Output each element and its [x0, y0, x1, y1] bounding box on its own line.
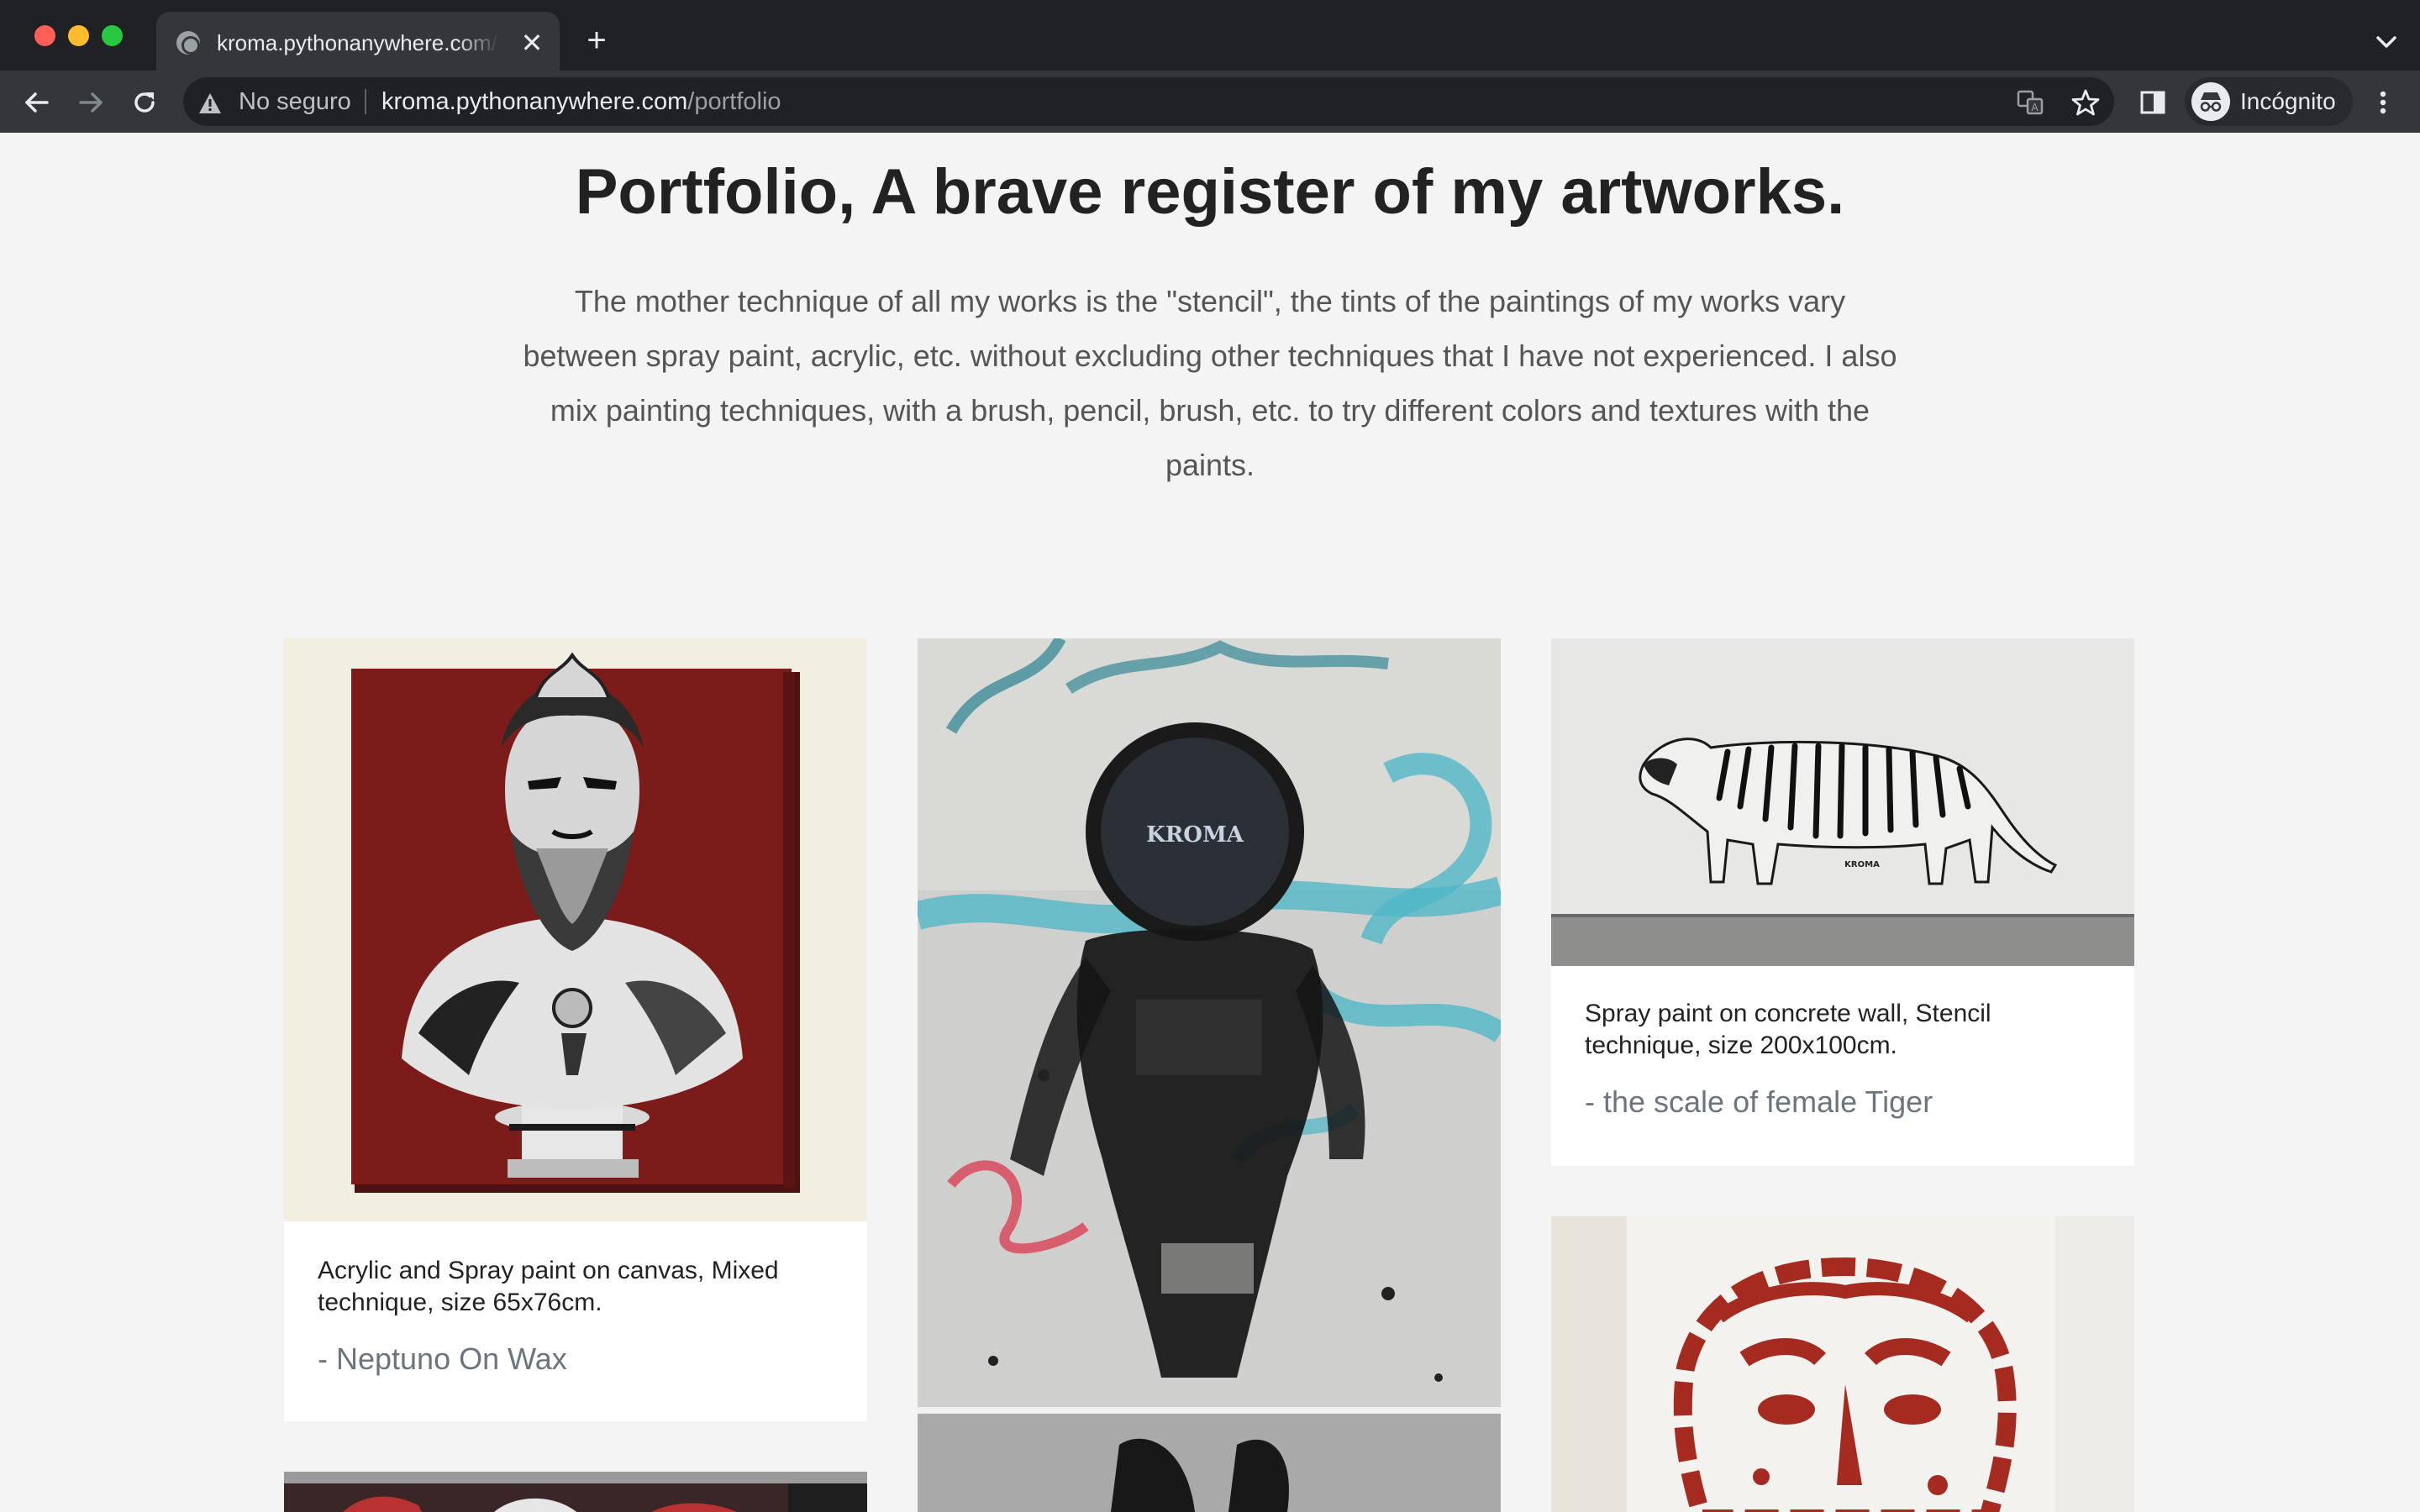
- artwork-image[interactable]: KROMA: [918, 638, 1501, 1512]
- artwork-card[interactable]: [284, 1472, 867, 1512]
- tab-title: kroma.pythonanywhere.com/portfolio: [217, 30, 499, 55]
- url-text[interactable]: kroma.pythonanywhere.com/portfolio: [381, 85, 781, 118]
- artwork-card[interactable]: Acrylic and Spray paint on canvas, Mixed…: [284, 638, 867, 1421]
- browser-toolbar: No seguro kroma.pythonanywhere.com/portf…: [0, 71, 2420, 133]
- page-content: Portfolio, A brave register of my artwor…: [0, 133, 2420, 1512]
- artwork-image[interactable]: KROMA: [1551, 638, 2134, 966]
- artwork-image[interactable]: [284, 638, 867, 1221]
- reload-icon[interactable]: [126, 84, 163, 121]
- profile-label: Incógnito: [2240, 88, 2336, 114]
- artwork-card[interactable]: KROMA: [918, 638, 1501, 1512]
- intro-paragraph: The mother technique of all my works is …: [523, 284, 1897, 482]
- window-zoom-button[interactable]: [102, 25, 123, 46]
- warning-icon[interactable]: [198, 92, 222, 114]
- artwork-description: Spray paint on concrete wall, Stencil te…: [1585, 1000, 1991, 1059]
- heading-rest: , A brave register of my artworks.: [838, 156, 1845, 228]
- globe-icon: [176, 31, 200, 55]
- forward-icon[interactable]: [72, 84, 109, 121]
- menu-icon[interactable]: [2375, 86, 2391, 119]
- browser-tab[interactable]: kroma.pythonanywhere.com/portfolio ✕: [156, 12, 560, 71]
- artwork-image[interactable]: [1551, 1216, 2134, 1512]
- svg-text:A: A: [2031, 102, 2039, 113]
- artwork-stencil-text: KROMA: [1844, 860, 1880, 869]
- artwork-title: - the scale of female Tiger: [1585, 1084, 1933, 1119]
- page-heading: Portfolio, A brave register of my artwor…: [0, 146, 2420, 239]
- translate-icon[interactable]: A: [2017, 89, 2044, 116]
- url-host: kroma.pythonanywhere.com: [381, 88, 688, 115]
- artwork-image[interactable]: [284, 1472, 867, 1512]
- security-status[interactable]: No seguro: [239, 85, 351, 118]
- incognito-icon: [2191, 82, 2230, 121]
- window-minimize-button[interactable]: [68, 25, 89, 46]
- artwork-title: - Neptuno On Wax: [318, 1341, 567, 1376]
- browser-tab-strip: kroma.pythonanywhere.com/portfolio ✕ +: [0, 0, 2420, 71]
- artwork-card[interactable]: [1551, 1216, 2134, 1512]
- tab-search-icon[interactable]: [2370, 25, 2403, 59]
- side-panel-icon[interactable]: [2139, 89, 2166, 116]
- url-path: /portfolio: [687, 88, 781, 115]
- new-tab-button[interactable]: +: [578, 24, 615, 60]
- window-close-button[interactable]: [34, 25, 55, 46]
- star-icon[interactable]: [2070, 87, 2101, 118]
- url-divider: [365, 89, 366, 114]
- heading-bold: Portfolio: [575, 156, 839, 228]
- artwork-stencil-text: KROMA: [1146, 822, 1244, 848]
- back-icon[interactable]: [18, 84, 55, 121]
- artwork-card[interactable]: KROMA Spray paint on concrete wall, Sten…: [1551, 638, 2134, 1166]
- tab-close-icon[interactable]: ✕: [518, 29, 546, 57]
- artwork-description: Acrylic and Spray paint on canvas, Mixed…: [318, 1257, 779, 1316]
